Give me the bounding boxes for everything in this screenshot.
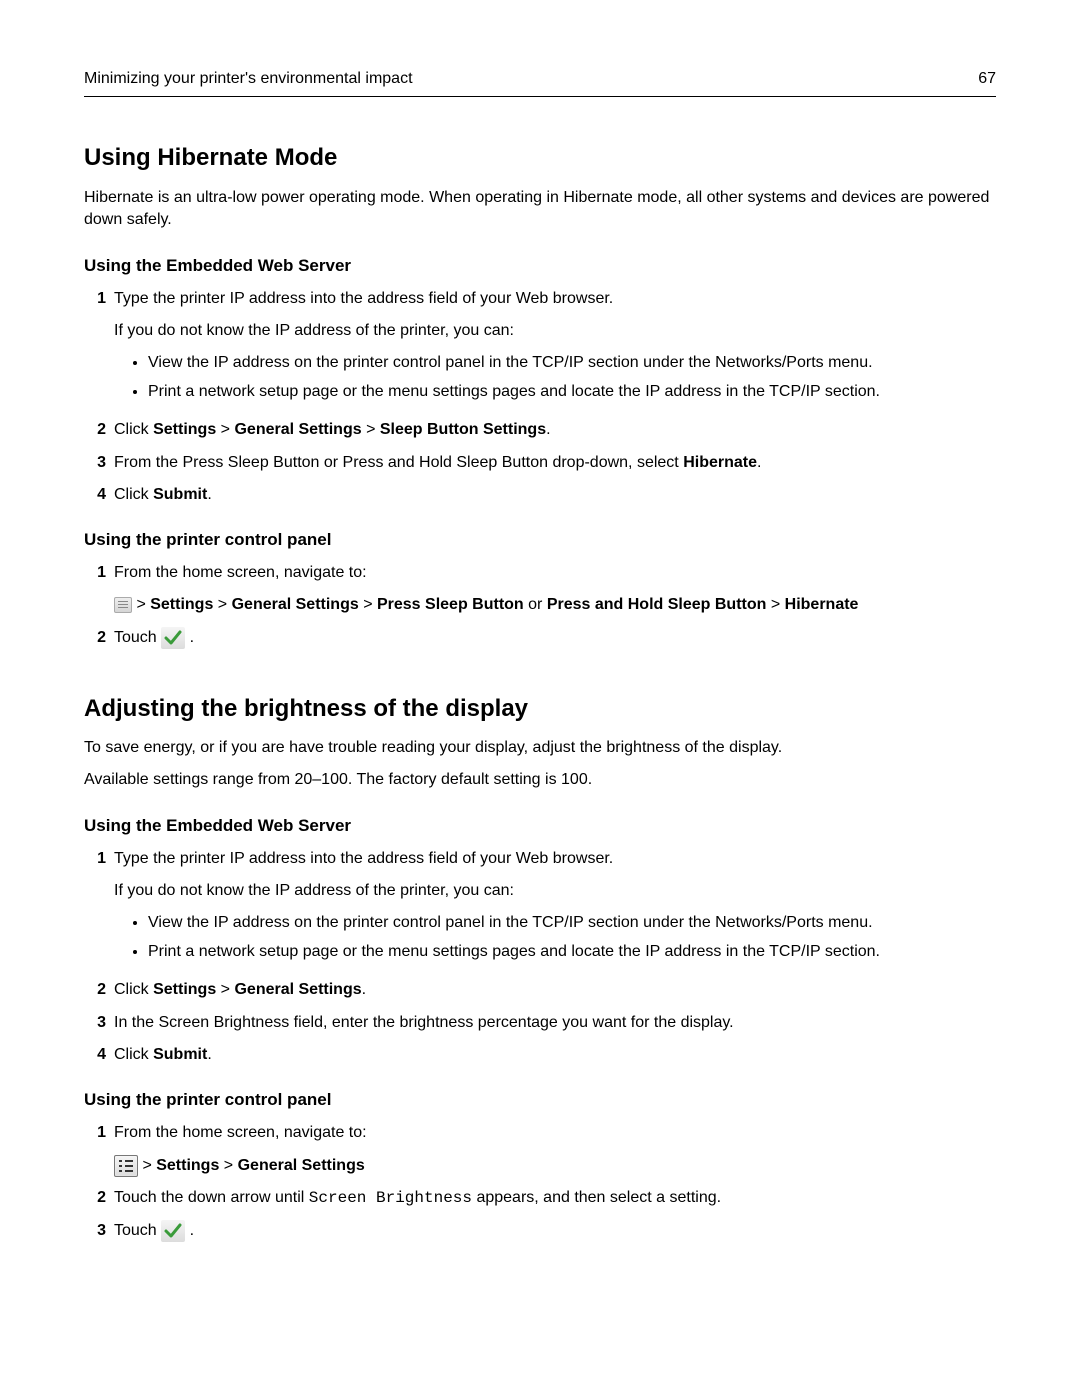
step-number: 4 [84, 1044, 114, 1066]
checkmark-icon [161, 627, 185, 649]
step-text: From the home screen, navigate to: [114, 562, 996, 584]
header-title: Minimizing your printer's environmental … [84, 68, 413, 90]
page-header: Minimizing your printer's environmental … [84, 68, 996, 97]
bullet-item: Print a network setup page or the menu s… [148, 941, 996, 963]
menu-icon [114, 597, 132, 613]
step-number: 1 [84, 562, 114, 617]
menu-icon [114, 1155, 138, 1177]
sub-panel-1: Using the printer control panel [84, 528, 996, 552]
sub-ews-2: Using the Embedded Web Server [84, 814, 996, 838]
checkmark-icon [161, 1220, 185, 1242]
nav-path: > Settings > General Settings > Press Sl… [114, 594, 996, 616]
ews1-steps: 1 Type the printer IP address into the a… [84, 288, 996, 507]
step-number: 2 [84, 1187, 114, 1209]
hibernate-intro: Hibernate is an ultra-low power operatin… [84, 187, 996, 232]
page-number: 67 [978, 68, 996, 90]
step-text: Click Settings > General Settings > Slee… [114, 419, 996, 441]
step-number: 3 [84, 1012, 114, 1034]
panel2-steps: 1 From the home screen, navigate to: > S… [84, 1122, 996, 1242]
section-title-brightness: Adjusting the brightness of the display [84, 692, 996, 726]
step-number: 3 [84, 1220, 114, 1243]
step-number: 2 [84, 627, 114, 650]
bullet-item: View the IP address on the printer contr… [148, 352, 996, 374]
step-text: Type the printer IP address into the add… [114, 848, 996, 870]
step-number: 1 [84, 1122, 114, 1177]
step-subtext: If you do not know the IP address of the… [114, 320, 996, 342]
step-text: Click Submit. [114, 1044, 996, 1066]
step-text: Touch . [114, 1220, 996, 1243]
ews2-steps: 1 Type the printer IP address into the a… [84, 848, 996, 1067]
step-text: Touch the down arrow until Screen Bright… [114, 1187, 996, 1209]
bullet-item: View the IP address on the printer contr… [148, 912, 996, 934]
brightness-p1: To save energy, or if you are have troub… [84, 737, 996, 759]
step-text: Type the printer IP address into the add… [114, 288, 996, 310]
step-text: In the Screen Brightness field, enter th… [114, 1012, 996, 1034]
brightness-p2: Available settings range from 20–100. Th… [84, 769, 996, 791]
step-number: 2 [84, 979, 114, 1001]
sub-ews-1: Using the Embedded Web Server [84, 254, 996, 278]
section-title-hibernate: Using Hibernate Mode [84, 141, 996, 175]
panel1-steps: 1 From the home screen, navigate to: > S… [84, 562, 996, 649]
step-number: 1 [84, 848, 114, 970]
nav-path: > Settings > General Settings [114, 1155, 996, 1178]
step-number: 2 [84, 419, 114, 441]
step-number: 3 [84, 452, 114, 474]
step-text: From the home screen, navigate to: [114, 1122, 996, 1144]
step-subtext: If you do not know the IP address of the… [114, 880, 996, 902]
bullet-item: Print a network setup page or the menu s… [148, 381, 996, 403]
step-number: 1 [84, 288, 114, 410]
sub-panel-2: Using the printer control panel [84, 1088, 996, 1112]
step-text: From the Press Sleep Button or Press and… [114, 452, 996, 474]
step-text: Touch . [114, 627, 996, 650]
step-text: Click Settings > General Settings. [114, 979, 996, 1001]
step-text: Click Submit. [114, 484, 996, 506]
step-number: 4 [84, 484, 114, 506]
